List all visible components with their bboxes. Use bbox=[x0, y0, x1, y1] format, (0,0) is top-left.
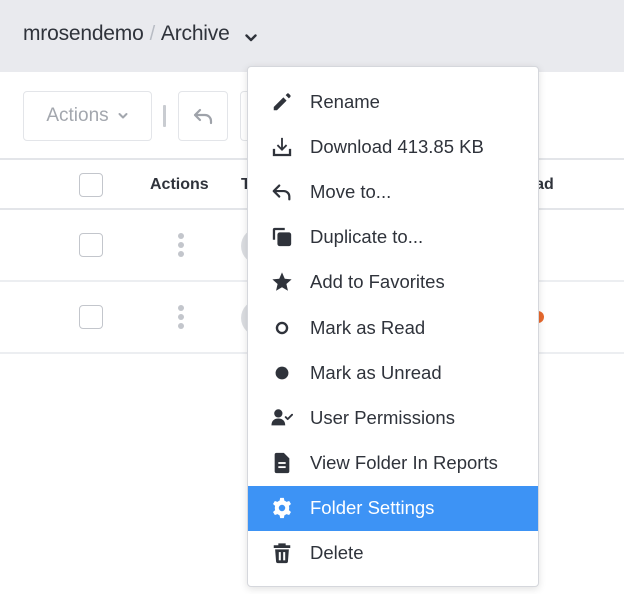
menu-item-view-folder-in-reports[interactable]: View Folder In Reports bbox=[248, 441, 538, 486]
row-checkbox[interactable] bbox=[79, 233, 103, 257]
menu-item-duplicate-to[interactable]: Duplicate to... bbox=[248, 215, 538, 260]
row-checkbox[interactable] bbox=[79, 305, 103, 329]
menu-item-label: Folder Settings bbox=[310, 497, 435, 519]
menu-item-label: View Folder In Reports bbox=[310, 452, 498, 474]
breadcrumb-separator: / bbox=[149, 22, 156, 45]
menu-item-label: Rename bbox=[310, 90, 380, 112]
menu-item-user-permissions[interactable]: User Permissions bbox=[248, 395, 538, 440]
star-icon bbox=[270, 270, 294, 294]
menu-item-download[interactable]: Download 413.85 KB bbox=[248, 124, 538, 169]
menu-item-delete[interactable]: Delete bbox=[248, 531, 538, 576]
menu-item-add-to-favorites[interactable]: Add to Favorites bbox=[248, 260, 538, 305]
menu-item-label: Move to... bbox=[310, 180, 392, 202]
move-button[interactable] bbox=[178, 91, 228, 141]
menu-item-label: Mark as Read bbox=[310, 316, 426, 338]
breadcrumb: mrosendemo / Archive bbox=[23, 22, 258, 46]
gear-icon bbox=[270, 496, 294, 520]
pencil-icon bbox=[270, 90, 294, 114]
user-check-icon bbox=[270, 406, 294, 430]
actions-dropdown-button[interactable]: Actions bbox=[23, 91, 152, 141]
top-bar: mrosendemo / Archive bbox=[0, 0, 624, 72]
breadcrumb-user[interactable]: mrosendemo bbox=[23, 22, 144, 46]
chevron-down-icon bbox=[118, 113, 128, 119]
menu-item-folder-settings[interactable]: Folder Settings bbox=[248, 485, 538, 531]
toolbar-divider bbox=[163, 105, 166, 127]
download-icon bbox=[270, 135, 294, 159]
menu-item-move-to[interactable]: Move to... bbox=[248, 169, 538, 214]
circle-filled-icon bbox=[270, 361, 294, 385]
column-header-actions[interactable]: Actions bbox=[150, 176, 209, 194]
actions-button-label: Actions bbox=[46, 105, 109, 126]
menu-item-label: Add to Favorites bbox=[310, 271, 445, 293]
menu-item-label: User Permissions bbox=[310, 406, 455, 428]
duplicate-icon bbox=[270, 225, 294, 249]
chevron-down-icon[interactable] bbox=[244, 27, 258, 42]
menu-item-label: Delete bbox=[310, 542, 364, 564]
menu-item-label: Duplicate to... bbox=[310, 226, 424, 248]
menu-item-rename[interactable]: Rename bbox=[248, 79, 538, 124]
trash-icon bbox=[270, 541, 294, 565]
reply-arrow-icon bbox=[193, 108, 213, 125]
menu-item-label: Mark as Unread bbox=[310, 361, 442, 383]
file-text-icon bbox=[270, 451, 294, 475]
menu-item-label: Download 413.85 KB bbox=[310, 135, 484, 157]
kebab-menu-icon[interactable] bbox=[177, 233, 185, 257]
menu-item-mark-as-unread[interactable]: Mark as Unread bbox=[248, 350, 538, 395]
kebab-menu-icon[interactable] bbox=[177, 305, 185, 329]
reply-arrow-icon bbox=[270, 180, 294, 204]
breadcrumb-folder[interactable]: Archive bbox=[161, 22, 230, 46]
select-all-checkbox[interactable] bbox=[79, 173, 103, 197]
circle-outline-icon bbox=[270, 316, 294, 340]
menu-item-mark-as-read[interactable]: Mark as Read bbox=[248, 305, 538, 350]
context-menu: Rename Download 413.85 KB Move to... Dup… bbox=[247, 66, 539, 587]
